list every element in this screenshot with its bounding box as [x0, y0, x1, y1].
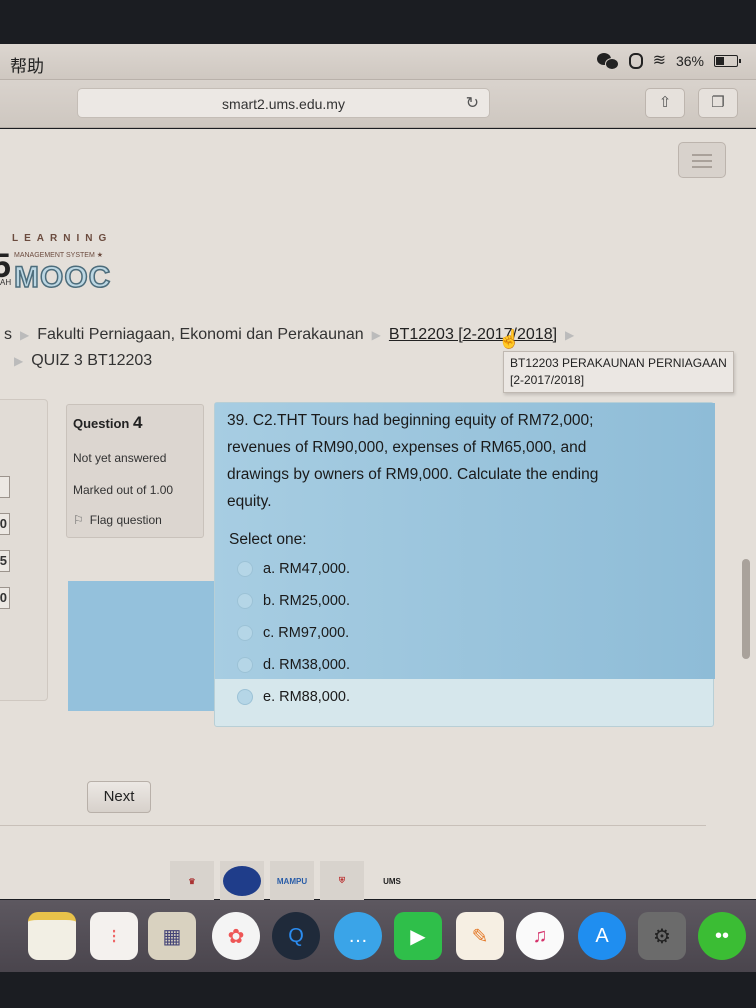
option-letter: d. [263, 657, 276, 673]
mampu-logo[interactable]: MAMPU [270, 861, 314, 901]
option-letter: a. [263, 561, 276, 577]
answer-option-a[interactable]: a. RM47,000. [237, 561, 350, 577]
answer-option-c[interactable]: c. RM97,000. [237, 625, 349, 641]
option-letter: e. [263, 689, 276, 705]
preview-icon[interactable]: ▦ [148, 912, 196, 960]
footer-divider [0, 825, 706, 826]
ums-investment-logo[interactable]: UMS [370, 861, 414, 901]
radio-button[interactable] [237, 657, 253, 673]
option-value: RM88,000. [279, 689, 351, 705]
question-number-value: 4 [132, 413, 143, 432]
notes-icon[interactable] [28, 912, 76, 960]
option-value: RM38,000. [279, 657, 351, 673]
hamburger-line [692, 166, 712, 168]
quiz-nav-button[interactable]: 5 [0, 550, 10, 572]
tooltip-line2: [2-2017/2018] [510, 373, 585, 387]
battery-fill [716, 57, 724, 65]
option-letter: c. [263, 625, 275, 641]
hamburger-line [692, 160, 712, 162]
question-label: Question [73, 416, 130, 431]
breadcrumb-separator-icon: ▶ [565, 328, 575, 342]
share-button[interactable]: ⇧ [645, 88, 685, 118]
address-bar[interactable]: smart2.ums.edu.my ↻ [77, 88, 490, 118]
sabah-logo[interactable]: ⛨ [320, 861, 364, 901]
spotlight-icon[interactable] [628, 53, 643, 69]
marks-info: Marked out of 1.00 [73, 483, 174, 497]
hamburger-icon [692, 154, 712, 156]
wechat-icon[interactable] [596, 53, 619, 70]
web-page: 5 LEARNING MANAGEMENT SYSTEM ★ AH MOOC s… [0, 129, 756, 901]
facetime-icon[interactable]: ▶ [394, 912, 442, 960]
option-value: RM25,000. [279, 593, 351, 609]
footer-logos: ♛ MAMPU ⛨ UMS [170, 861, 414, 901]
breadcrumb-separator-icon: ▶ [371, 328, 381, 342]
browser-toolbar: smart2.ums.edu.my ↻ ⇧ ❐ [0, 80, 756, 128]
quiz-nav-button[interactable]: 0 [0, 587, 10, 609]
breadcrumb-quiz[interactable]: QUIZ 3 BT12203 [31, 352, 152, 370]
share-icon: ⇧ [658, 94, 672, 111]
breadcrumb-fragment[interactable]: s [4, 326, 12, 344]
flag-question-button[interactable]: ⚐ Flag question [73, 513, 197, 527]
question-text: 39. C2.THT Tours had beginning equity of… [227, 412, 599, 510]
system-preferences-icon[interactable]: ⚙ [638, 912, 686, 960]
flag-icon: ⚐ [73, 513, 84, 527]
status-area: ≋ 36% [596, 53, 741, 70]
question-info: Question 4 Not yet answered Marked out o… [66, 404, 204, 538]
hand-cursor-icon: ☝ [498, 329, 521, 349]
tooltip-line1: BT12203 PERAKAUNAN PERNIAGAAN [510, 356, 727, 370]
pages-icon[interactable]: ✎ [456, 912, 504, 960]
answer-option-b[interactable]: b. RM25,000. [237, 593, 350, 609]
tabs-icon: ❐ [711, 94, 725, 111]
logo-mgmt: MANAGEMENT SYSTEM ★ [14, 252, 103, 259]
answer-option-d[interactable]: d. RM38,000. [237, 657, 350, 673]
text-selection-highlight [68, 581, 218, 711]
dock: ⁝ ▦ ✿ Q … ▶ ✎ ♫ A ⚙ •• [0, 900, 756, 972]
url-text: smart2.ums.edu.my [222, 96, 345, 112]
quiz-nav-button[interactable]: 0 [0, 513, 10, 535]
radio-button[interactable] [237, 561, 253, 577]
battery-percent: 36% [675, 53, 704, 69]
answer-option-e[interactable]: e. RM88,000. [237, 689, 350, 705]
logo-fragment: AH [0, 278, 12, 287]
breadcrumb-separator-icon: ▶ [20, 328, 30, 342]
reminders-icon[interactable]: ⁝ [90, 912, 138, 960]
quiz-nav-button[interactable] [0, 476, 10, 498]
breadcrumb-separator-icon: ▶ [14, 354, 24, 368]
option-value: RM97,000. [278, 625, 350, 641]
flag-label: Flag question [89, 513, 162, 527]
messages-icon[interactable]: … [334, 912, 382, 960]
menu-bar: 帮助 ≋ 36% [0, 44, 756, 80]
partner-logo[interactable] [220, 861, 264, 901]
menu-toggle-button[interactable] [678, 142, 726, 178]
answer-status: Not yet answered [73, 451, 167, 465]
battery-icon[interactable] [714, 55, 741, 67]
logo-mooc: MOOC [13, 260, 112, 295]
help-menu[interactable]: 帮助 [10, 52, 44, 77]
tabs-button[interactable]: ❐ [698, 88, 738, 118]
radio-button[interactable] [237, 593, 253, 609]
next-button[interactable]: Next [87, 781, 151, 813]
app-store-icon[interactable]: A [578, 912, 626, 960]
select-one-prompt: Select one: [229, 531, 307, 548]
photos-icon[interactable]: ✿ [212, 912, 260, 960]
itunes-icon[interactable]: ♫ [516, 912, 564, 960]
radio-button[interactable] [237, 689, 253, 705]
wifi-icon[interactable]: ≋ [653, 53, 666, 69]
page-scrollbar[interactable] [742, 559, 750, 659]
screen: 帮助 ≋ 36% smart2.ums.edu.my ↻ ⇧ ❐ 5 LEARN… [0, 0, 756, 1008]
question-number: Question 4 [73, 413, 197, 433]
partner-logo-icon [223, 866, 261, 896]
quicktime-icon[interactable]: Q [272, 912, 320, 960]
question-content: 39. C2.THT Tours had beginning equity of… [214, 402, 715, 727]
course-tooltip: BT12203 PERAKAUNAN PERNIAGAAN [2-2017/20… [503, 351, 734, 393]
option-value: RM47,000. [279, 561, 351, 577]
jata-negara-logo[interactable]: ♛ [170, 861, 214, 901]
wechat-dock-icon[interactable]: •• [698, 912, 746, 960]
logo-learning: LEARNING [12, 233, 113, 244]
option-letter: b. [263, 593, 276, 609]
radio-button[interactable] [237, 625, 253, 641]
reload-icon[interactable]: ↻ [466, 93, 479, 113]
breadcrumb-course[interactable]: BT12203 [2-2017/2018] [389, 326, 557, 344]
breadcrumb-faculty[interactable]: Fakulti Perniagaan, Ekonomi dan Perakaun… [37, 326, 363, 344]
